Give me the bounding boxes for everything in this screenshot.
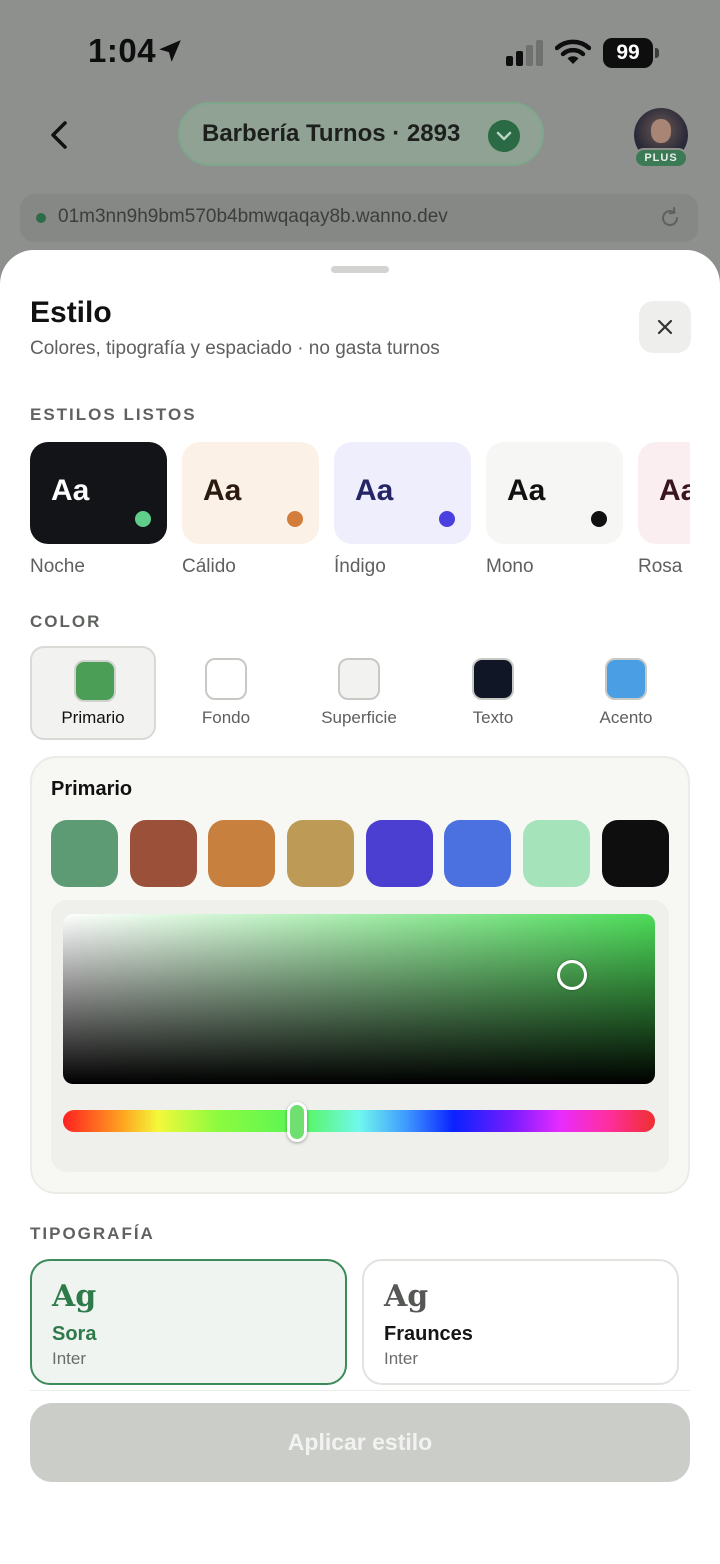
color-role-swatch <box>205 658 247 700</box>
hue-slider-thumb[interactable] <box>286 1102 307 1142</box>
palette-swatch[interactable] <box>602 820 669 887</box>
preset-label: Mono <box>486 556 534 577</box>
preset-color-dot <box>591 511 607 527</box>
url-bar[interactable]: 01m3nn9h9bm570b4bmwqaqay8b.wanno.dev <box>20 194 698 242</box>
preset-sample: Aa <box>355 474 394 507</box>
project-selector[interactable]: Barbería Turnos · 2893 <box>178 102 544 166</box>
preset-item[interactable]: Aa Índigo <box>334 442 471 578</box>
preset-item[interactable]: Aa Noche <box>30 442 167 578</box>
status-dot <box>36 213 46 223</box>
sheet-title: Estilo <box>30 296 112 329</box>
sheet-grabber[interactable] <box>331 266 389 273</box>
preset-list: Aa Noche Aa Cálido Aa Índigo Aa Mono Aa … <box>30 442 690 582</box>
preset-label: Rosa <box>638 556 683 577</box>
palette-swatch[interactable] <box>444 820 511 887</box>
palette-swatch[interactable] <box>366 820 433 887</box>
preset-color-dot <box>287 511 303 527</box>
palette-swatch[interactable] <box>523 820 590 887</box>
preset-sample: Aa <box>659 474 690 507</box>
preset-card: Aa <box>638 442 690 544</box>
color-role-swatch <box>605 658 647 700</box>
reload-icon[interactable] <box>658 206 682 230</box>
wifi-icon <box>555 39 591 64</box>
plan-badge: PLUS <box>634 148 688 168</box>
color-role-texto[interactable]: Texto <box>430 646 556 740</box>
footer-divider <box>30 1390 690 1391</box>
color-role-tabs: Primario Fondo Superficie Texto Acento <box>30 646 690 742</box>
font-body-name: Inter <box>384 1349 419 1368</box>
typography-section-label: TIPOGRAFÍA <box>30 1224 155 1243</box>
preset-label: Índigo <box>334 556 386 577</box>
presets-section-label: ESTILOS LISTOS <box>30 405 197 424</box>
preset-sample: Aa <box>51 474 90 507</box>
hue-slider-track[interactable] <box>63 1110 655 1132</box>
font-option-sora[interactable]: Ag Sora Inter <box>30 1259 347 1385</box>
chevron-down-icon <box>488 120 520 152</box>
font-sample: Ag <box>384 1279 429 1314</box>
font-sample: Ag <box>52 1279 97 1314</box>
project-name: Barbería Turnos · 2893 <box>202 120 461 147</box>
color-role-label: Fondo <box>201 708 251 727</box>
palette-swatch[interactable] <box>130 820 197 887</box>
preset-label: Cálido <box>182 556 236 577</box>
picker-title: Primario <box>51 778 133 800</box>
color-role-acento[interactable]: Acento <box>563 646 689 740</box>
color-role-label: Acento <box>599 708 653 727</box>
color-role-label: Primario <box>61 708 125 727</box>
preset-color-dot <box>439 511 455 527</box>
color-section-label: COLOR <box>30 612 102 631</box>
palette-swatch[interactable] <box>287 820 354 887</box>
font-name: Sora <box>52 1323 97 1345</box>
font-name: Fraunces <box>384 1323 473 1345</box>
style-sheet: Estilo Colores, tipografía y espaciado ·… <box>0 250 720 1564</box>
color-role-swatch <box>74 660 116 702</box>
color-role-primario[interactable]: Primario <box>30 646 156 740</box>
battery-level: 99 <box>603 38 653 68</box>
battery-indicator: 99 <box>603 38 659 68</box>
preset-card: Aa <box>182 442 319 544</box>
apply-style-button[interactable]: Aplicar estilo <box>30 1403 690 1482</box>
palette-swatch[interactable] <box>208 820 275 887</box>
saturation-value-field[interactable] <box>63 914 655 1084</box>
color-role-label: Texto <box>472 708 514 727</box>
preset-item[interactable]: Aa Cálido <box>182 442 319 578</box>
font-body-name: Inter <box>52 1349 87 1368</box>
font-option-fraunces[interactable]: Ag Fraunces Inter <box>362 1259 679 1385</box>
color-role-swatch <box>472 658 514 700</box>
color-role-superficie[interactable]: Superficie <box>296 646 422 740</box>
preset-label: Noche <box>30 556 85 577</box>
preset-card: Aa <box>334 442 471 544</box>
saturation-value-thumb[interactable] <box>557 960 588 991</box>
location-arrow-icon <box>159 40 181 62</box>
palette-swatch[interactable] <box>51 820 118 887</box>
back-chevron-icon[interactable] <box>40 115 80 155</box>
preset-item[interactable]: Aa Mono <box>486 442 623 578</box>
status-time: 1:04 <box>88 32 157 69</box>
preset-sample: Aa <box>203 474 242 507</box>
preset-card: Aa <box>30 442 167 544</box>
close-icon <box>657 319 673 335</box>
sheet-subtitle: Colores, tipografía y espaciado · no gas… <box>30 338 440 359</box>
preset-item[interactable]: Aa Rosa <box>638 442 690 578</box>
color-role-fondo[interactable]: Fondo <box>163 646 289 740</box>
custom-color-area <box>51 900 669 1172</box>
preset-sample: Aa <box>507 474 546 507</box>
preset-color-dot <box>135 511 151 527</box>
preset-card: Aa <box>486 442 623 544</box>
close-button[interactable] <box>639 301 691 353</box>
color-role-swatch <box>338 658 380 700</box>
color-role-label: Superficie <box>321 708 397 727</box>
color-picker-panel: Primario <box>30 756 690 1194</box>
cellular-signal-icon <box>506 40 543 66</box>
url-text: 01m3nn9h9bm570b4bmwqaqay8b.wanno.dev <box>58 206 448 227</box>
